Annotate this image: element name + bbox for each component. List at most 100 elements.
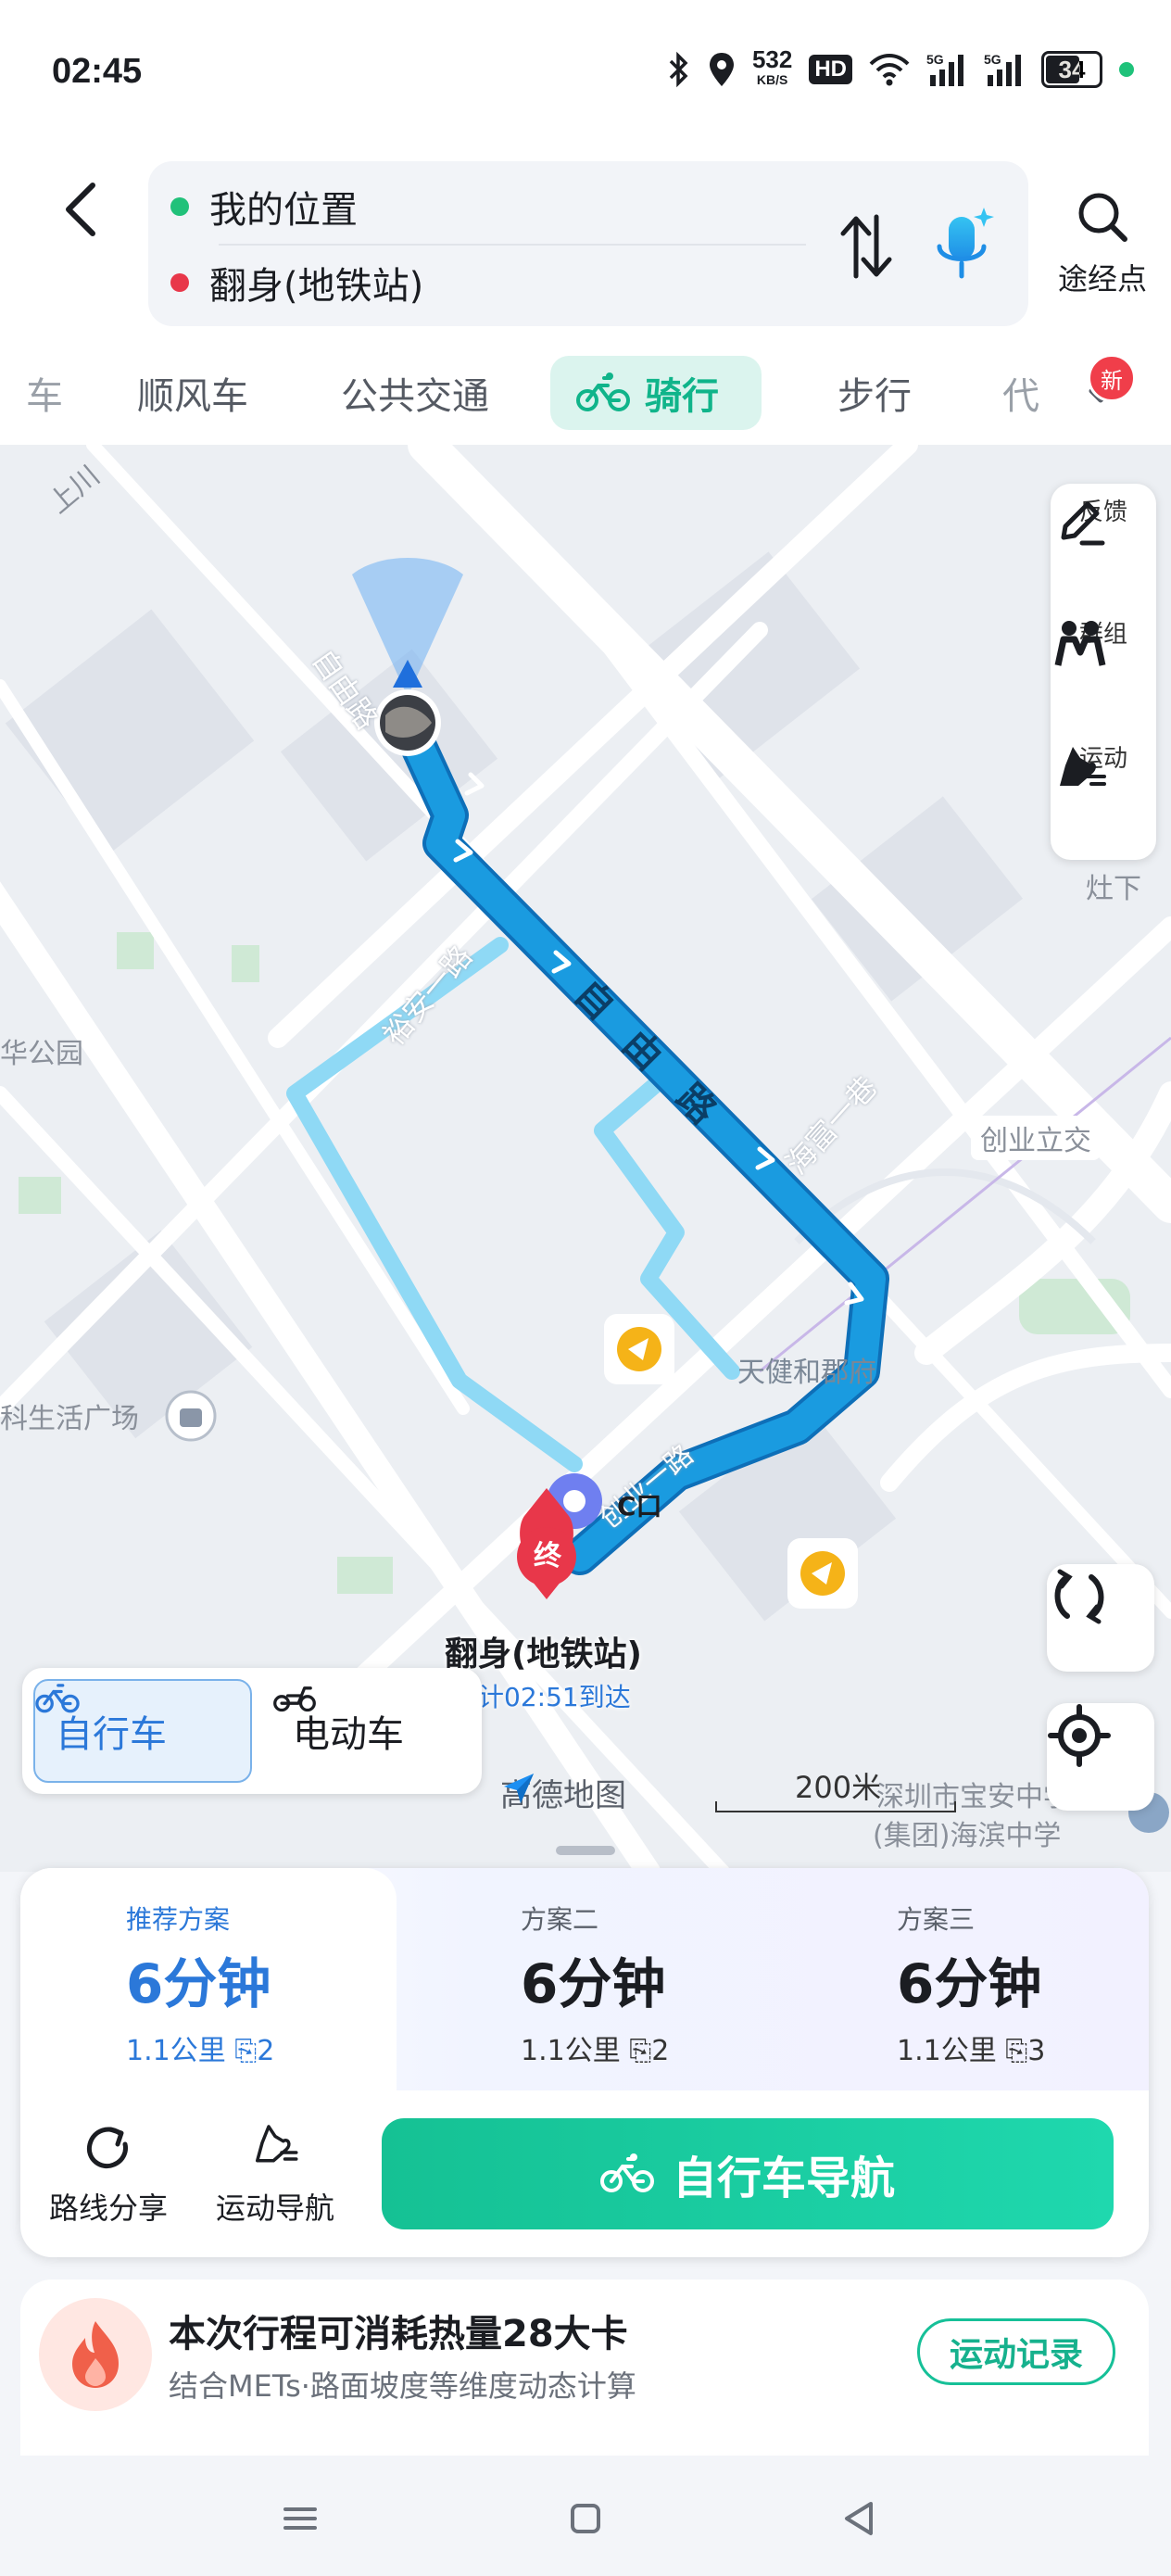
signal-5g-icon: 5G [984, 51, 1025, 88]
destination-name: 翻身(地铁站) [445, 1635, 642, 1673]
map-brand: 高德地图 [500, 1770, 626, 1815]
waypoint-button[interactable]: 途经点 [1047, 189, 1158, 298]
map-tools: 反馈 群组 运动 [1051, 484, 1156, 860]
battery-icon: 34 [1041, 51, 1102, 88]
share-icon [86, 2127, 128, 2168]
home-key[interactable] [558, 2491, 613, 2546]
menu-icon [283, 2507, 317, 2530]
destination-text: 翻身(地铁站) [209, 265, 424, 308]
map-place-label: 科生活广场 [0, 1403, 139, 1435]
map-scale: 200米 [715, 1770, 956, 1812]
refresh-route-button[interactable] [1047, 1564, 1154, 1672]
status-icons: 532 KB/S HD 5G 5G 34 [667, 47, 1134, 91]
clock: 02:45 [52, 52, 143, 91]
chevron-left-icon [66, 183, 95, 236]
share-route-button[interactable]: 路线分享 [30, 2120, 187, 2228]
crosshair-icon [1048, 1704, 1111, 1767]
speed-unit: KB/S [756, 72, 788, 87]
route-plan-2[interactable]: 方案二 6分钟 1.1公里 ⎘2 [397, 1868, 773, 2090]
map-place-label: 创业立交 [971, 1116, 1101, 1160]
signal-5g-icon: 5G [926, 51, 967, 88]
plan-meta: 1.1公里 ⎘2 [521, 2027, 669, 2068]
bicycle-icon [599, 2153, 654, 2192]
map-place-label: 天健和郡府 [737, 1357, 876, 1389]
sport-nav-button[interactable]: 运动导航 [196, 2120, 354, 2228]
system-navigation-bar [0, 2456, 1171, 2576]
tab-car[interactable]: 车 [26, 356, 63, 430]
microphone-icon [937, 208, 994, 279]
menu-key[interactable] [272, 2491, 328, 2546]
plan-name: 方案二 [521, 1904, 599, 1935]
plan-meta: 1.1公里 ⎘2 [126, 2027, 274, 2068]
status-bar: 02:45 532 KB/S HD 5G 5G 34 [0, 0, 1171, 139]
locate-me-button[interactable] [1047, 1703, 1154, 1811]
battery-level: 34 [1058, 55, 1086, 83]
start-bike-navigation-button[interactable]: 自行车导航 [382, 2118, 1114, 2229]
plan-lights: 2 [651, 2035, 670, 2067]
speed-value: 532 [751, 45, 793, 73]
feedback-pencil-icon [1061, 501, 1105, 546]
tab-label: 公共交通 [341, 375, 489, 418]
waypoint-label: 途经点 [1057, 261, 1147, 297]
back-button[interactable] [56, 172, 111, 246]
feedback-button[interactable]: 反馈 [1051, 493, 1156, 613]
route-options-panel: 推荐方案 6分钟 1.1公里 ⎘2 方案二 6分钟 1.1公里 ⎘2 方案三 6… [20, 1868, 1149, 2257]
plan-distance: 1.1公里 [521, 2035, 621, 2067]
plan-name: 方案三 [897, 1904, 976, 1935]
tab-walking[interactable]: 步行 [837, 356, 912, 430]
traffic-light-icon: ⎘ [234, 2035, 258, 2067]
route-plan-recommended[interactable]: 推荐方案 6分钟 1.1公里 ⎘2 [20, 1868, 397, 2090]
bike-nav-label: 自行车导航 [672, 2153, 895, 2204]
tab-label: 骑行 [645, 375, 719, 418]
group-icon [1054, 621, 1106, 666]
sheet-grabber[interactable] [556, 1846, 615, 1855]
privacy-indicator [1119, 62, 1134, 77]
vehicle-type-toggle: 自行车 电动车 [22, 1668, 482, 1794]
bicycle-option[interactable]: 自行车 [33, 1679, 252, 1783]
map-place-label: 灶下 [1086, 873, 1141, 905]
origin-dot-icon [170, 197, 189, 216]
sport-button[interactable]: 运动 [1051, 739, 1156, 860]
flame-icon [39, 2298, 152, 2411]
plan-lights: 2 [257, 2035, 275, 2067]
network-speed: 532 KB/S [752, 47, 792, 88]
plan-distance: 1.1公里 [126, 2035, 226, 2067]
calorie-title: 本次行程可消耗热量28大卡 [169, 2313, 628, 2355]
hd-icon: HD [809, 51, 852, 88]
plan-duration: 6分钟 [897, 1952, 1042, 2015]
map-place-label: (集团)海滨中学 [873, 1820, 1062, 1852]
group-button[interactable]: 群组 [1051, 615, 1156, 736]
sport-record-button[interactable]: 运动记录 [917, 2318, 1115, 2385]
more-modes-button[interactable]: 新 [1056, 354, 1149, 428]
scooter-icon [273, 1686, 316, 1712]
map-view[interactable]: 上川 华公园 科生活广场 灶下 创业立交 天健和郡府 深圳市宝安中学 (集团)海… [0, 445, 1171, 1872]
tab-hitchhike[interactable]: 顺风车 [137, 356, 248, 430]
swap-button[interactable] [834, 209, 899, 284]
tab-label: 顺风车 [137, 375, 248, 418]
ebike-option[interactable]: 电动车 [272, 1679, 424, 1783]
origin-text: 我的位置 [209, 189, 358, 232]
tab-label: 代 [1002, 375, 1039, 418]
tab-public-transit[interactable]: 公共交通 [341, 356, 489, 430]
back-key[interactable] [832, 2491, 888, 2546]
refresh-icon [1054, 1569, 1104, 1624]
voice-button[interactable] [926, 204, 1001, 287]
hd-label: HD [809, 55, 852, 84]
plan-duration: 6分钟 [521, 1952, 666, 2015]
svg-text:5G: 5G [984, 52, 1001, 67]
plan-duration: 6分钟 [126, 1952, 271, 2015]
origin-field[interactable]: 我的位置 [170, 174, 358, 239]
swap-arrows-icon [840, 214, 892, 279]
route-plan-3[interactable]: 方案三 6分钟 1.1公里 ⎘3 [773, 1868, 1149, 2090]
destination-dot-icon [170, 273, 189, 292]
tab-designated-driver[interactable]: 代 [1002, 356, 1039, 430]
sport-icon [256, 2125, 298, 2163]
svg-text:5G: 5G [926, 52, 944, 67]
calorie-card: 本次行程可消耗热量28大卡 结合METs·路面坡度等维度动态计算 运动记录 [20, 2279, 1149, 2465]
calorie-subtitle: 结合METs·路面坡度等维度动态计算 [169, 2368, 636, 2404]
back-triangle-icon [845, 2502, 873, 2535]
destination-field[interactable]: 翻身(地铁站) [170, 250, 423, 315]
tab-cycling[interactable]: 骑行 [550, 356, 762, 430]
traffic-light-icon: ⎘ [629, 2035, 652, 2067]
plan-lights: 3 [1027, 2035, 1046, 2067]
